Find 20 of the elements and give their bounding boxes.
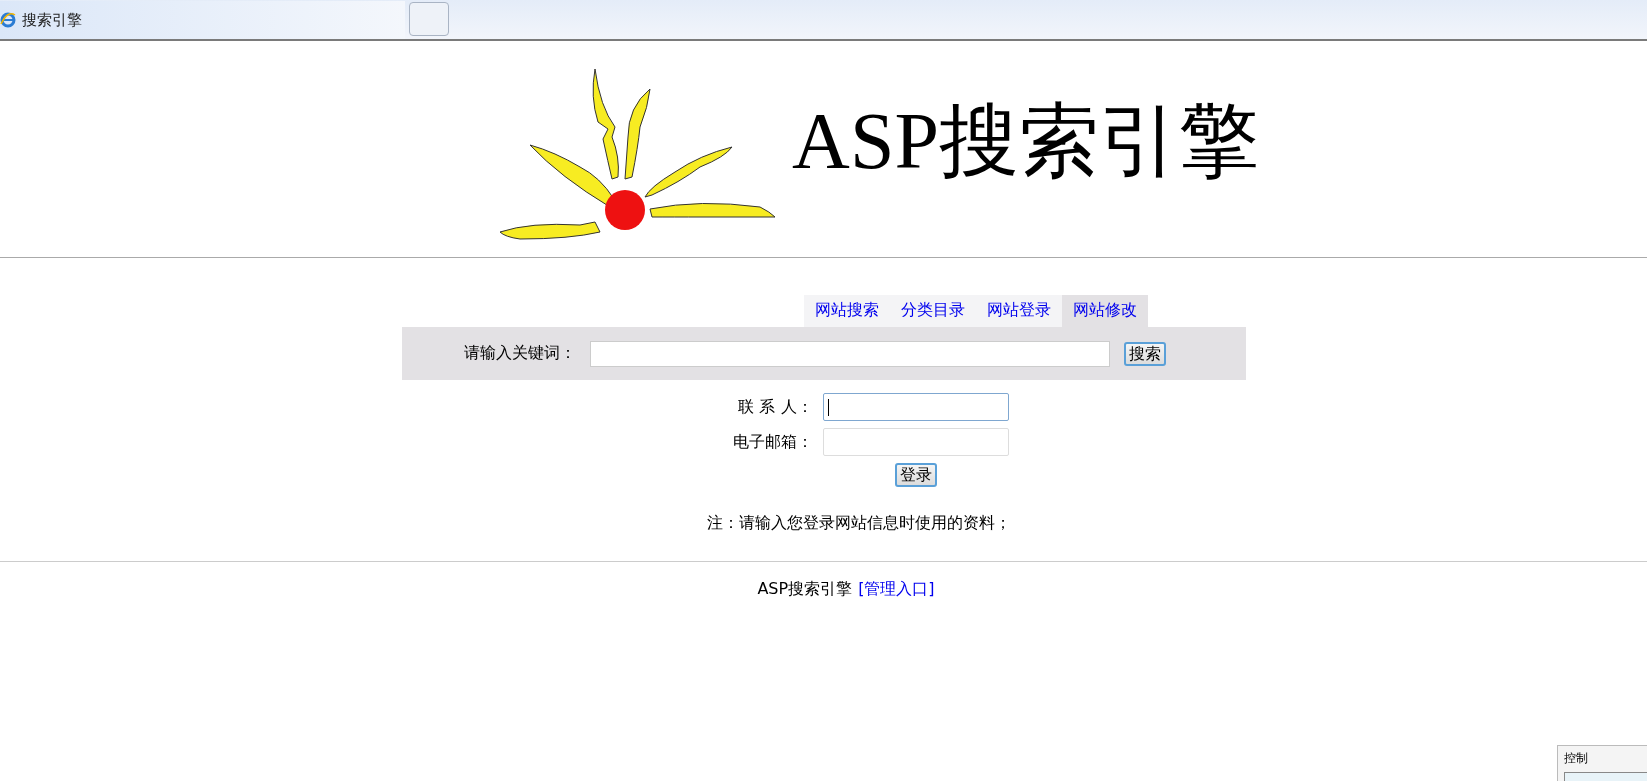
input-field[interactable] xyxy=(822,393,1009,421)
nav-tab[interactable]: 网站搜索 xyxy=(803,295,890,327)
field-label: 联 系 人： xyxy=(737,396,813,418)
footer-text: ASP搜索引擎 xyxy=(757,579,853,598)
new-tab-button[interactable] xyxy=(409,2,449,36)
nav-tab[interactable]: 分类目录 xyxy=(889,295,976,327)
nav-tab[interactable]: 网站修改 xyxy=(1061,295,1148,327)
admin-link[interactable]: [管理入口] xyxy=(858,579,935,598)
field-label: 电子邮箱： xyxy=(732,431,813,453)
search-label: 请输入关键词： xyxy=(463,343,576,364)
site-title: ASP搜索引擎 xyxy=(792,96,1259,187)
tab-title: 搜索引擎 xyxy=(22,10,82,30)
browser-logo-icon xyxy=(0,12,16,28)
browser-tab[interactable]: 搜索引擎 xyxy=(0,1,405,39)
login-button[interactable]: 登录 xyxy=(894,463,937,487)
search-button[interactable]: 搜索 xyxy=(1123,341,1166,366)
panel-title: 控制 xyxy=(1564,750,1589,767)
nav-tab[interactable]: 网站登录 xyxy=(975,295,1062,327)
note-text: 注：请输入您登录网站信息时使用的资料； xyxy=(705,513,1012,534)
search-field[interactable] xyxy=(589,340,1110,367)
